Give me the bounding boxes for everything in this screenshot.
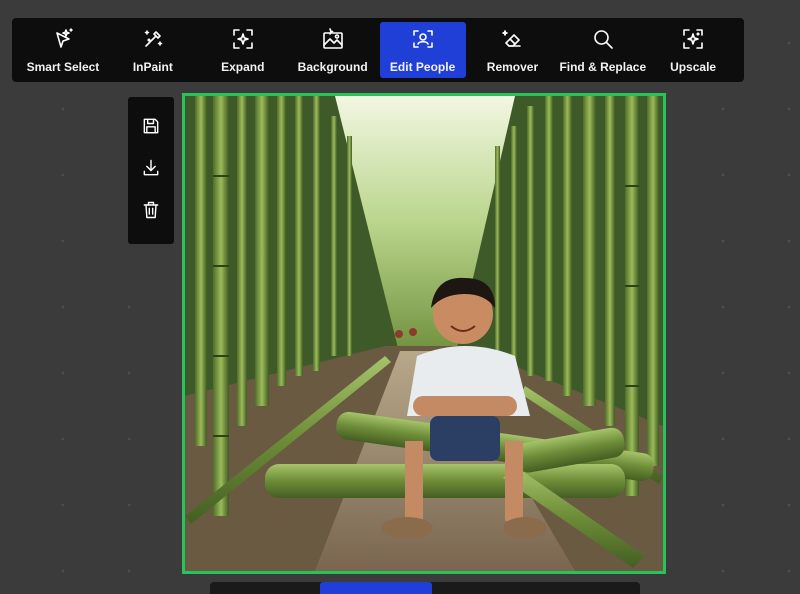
tool-smart-select[interactable]: Smart Select [20,22,106,78]
tool-label: Remover [486,60,539,74]
bottom-panel-active-segment[interactable] [320,582,432,594]
tool-edit-people[interactable]: Edit People [379,22,466,78]
editing-toolbar: Smart Select InPaint Expand Background E… [12,18,744,82]
tool-label: Edit People [389,60,456,74]
tool-label: Find & Replace [559,60,647,74]
tool-remover[interactable]: Remover [470,22,556,78]
delete-button[interactable] [137,199,165,227]
eraser-icon [499,26,525,52]
side-action-panel [128,97,174,244]
tool-inpaint[interactable]: InPaint [110,22,196,78]
tool-expand[interactable]: Expand [200,22,286,78]
upscale-icon [680,26,706,52]
tool-label: Smart Select [26,60,100,74]
tool-label: Upscale [670,60,717,74]
tool-label: InPaint [132,60,173,74]
inpaint-icon [140,26,166,52]
bottom-panel [210,582,640,594]
search-icon [590,26,616,52]
tool-background[interactable]: Background [290,22,376,78]
download-icon [141,158,161,183]
tool-label: Background [297,60,368,74]
image-canvas[interactable] [182,93,666,574]
save-button[interactable] [137,114,165,142]
tool-find-replace[interactable]: Find & Replace [559,22,646,78]
save-icon [141,116,161,141]
smart-select-icon [50,26,76,52]
download-button[interactable] [137,156,165,184]
tool-upscale[interactable]: Upscale [650,22,736,78]
trash-icon [141,200,161,225]
edited-photo [185,96,663,571]
edit-people-icon [410,26,436,52]
background-icon [320,26,346,52]
tool-label: Expand [221,60,265,74]
expand-icon [230,26,256,52]
